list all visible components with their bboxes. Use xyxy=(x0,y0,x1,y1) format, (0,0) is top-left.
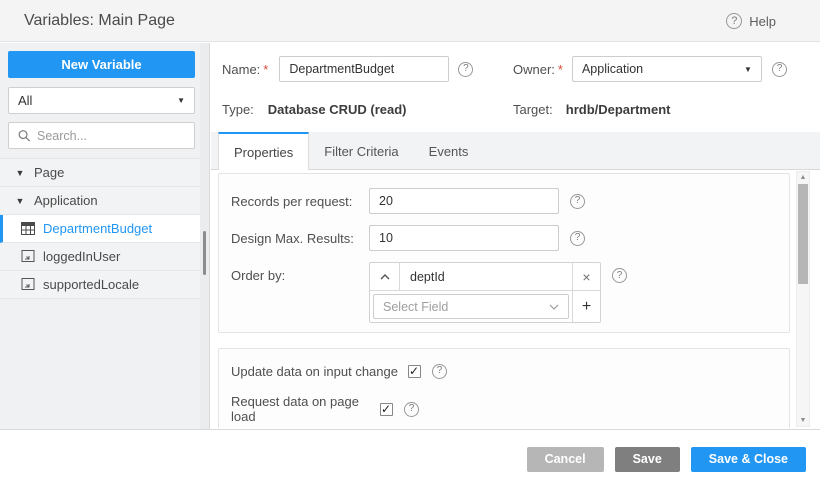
dialog-footer: Cancel Save Save & Close xyxy=(0,429,820,488)
caret-down-icon: ▼ xyxy=(15,195,25,206)
sidebar-scrollbar-thumb[interactable] xyxy=(203,231,206,275)
name-field-row: Name:* ? xyxy=(222,56,474,82)
search-box xyxy=(8,122,195,149)
database-crud-variable-icon xyxy=(21,222,35,235)
dialog-header: Variables: Main Page ? Help xyxy=(0,0,820,42)
help-link[interactable]: ? Help xyxy=(726,0,776,42)
owner-value: Application xyxy=(581,62,644,76)
behavior-panel: Update data on input change ? Request da… xyxy=(218,348,790,428)
cancel-button[interactable]: Cancel xyxy=(526,446,604,472)
order-by-field-value[interactable]: deptId xyxy=(400,263,572,290)
update-on-input-checkbox[interactable] xyxy=(407,364,421,378)
update-on-input-row: Update data on input change ? xyxy=(231,361,777,381)
order-by-row: Order by: deptId × Select Field + ? xyxy=(231,262,777,323)
tree-group-label: Application xyxy=(34,193,98,208)
request-on-load-checkbox[interactable] xyxy=(380,402,393,416)
owner-select[interactable]: Application ▼ xyxy=(571,56,762,82)
content-scrollbar-thumb[interactable] xyxy=(798,184,808,284)
search-input[interactable] xyxy=(37,128,186,143)
order-by-add-row: Select Field + xyxy=(370,291,600,322)
save-button[interactable]: Save xyxy=(614,446,680,472)
add-order-field-button[interactable]: + xyxy=(572,291,600,322)
tab-bar: Properties Filter Criteria Events xyxy=(211,132,820,170)
dialog-title: Variables: Main Page xyxy=(24,12,175,29)
tree-item-supportedlocale[interactable]: supportedLocale xyxy=(0,271,209,299)
help-icon: ? xyxy=(726,13,743,29)
type-row: Type: Database CRUD (read) xyxy=(222,99,407,119)
chevron-down-icon: ▼ xyxy=(177,96,185,105)
tree-item-loggedinuser[interactable]: loggedInUser xyxy=(0,243,209,271)
chevron-down-icon xyxy=(549,304,559,310)
sidebar: New Variable All ▼ ▼ Page ▼ Application … xyxy=(0,43,210,429)
sort-ascending-button[interactable] xyxy=(370,263,400,290)
properties-pane: Records per request: ? Design Max. Resul… xyxy=(211,171,801,428)
tree-group-application[interactable]: ▼ Application xyxy=(0,187,209,215)
required-asterisk: * xyxy=(557,61,563,77)
chevron-down-icon: ▼ xyxy=(744,64,752,74)
type-label: Type: xyxy=(222,101,254,117)
variable-filter-select[interactable]: All ▼ xyxy=(8,87,195,114)
tab-events[interactable]: Events xyxy=(414,132,484,169)
request-on-load-row: Request data on page load ? xyxy=(231,394,777,424)
tree-item-label: loggedInUser xyxy=(43,249,121,264)
name-help-icon[interactable]: ? xyxy=(458,61,474,77)
search-icon xyxy=(18,130,30,142)
records-per-request-row: Records per request: ? xyxy=(231,188,777,214)
content-scrollbar[interactable]: ▲ ▼ xyxy=(796,171,810,427)
variable-tree: ▼ Page ▼ Application DepartmentBudget lo… xyxy=(0,158,209,299)
new-variable-button[interactable]: New Variable xyxy=(8,51,195,78)
help-label: Help xyxy=(749,13,776,29)
target-label: Target: xyxy=(513,101,553,117)
type-value: Database CRUD (read) xyxy=(267,101,407,117)
design-max-results-row: Design Max. Results: ? xyxy=(231,225,777,251)
records-per-request-label: Records per request: xyxy=(231,193,353,209)
static-variable-icon xyxy=(21,278,35,290)
design-max-results-input[interactable] xyxy=(369,225,559,251)
owner-field-row: Owner: * Application ▼ ? xyxy=(513,56,787,82)
design-max-help-icon[interactable]: ? xyxy=(570,230,585,246)
sidebar-scrollbar[interactable] xyxy=(200,43,209,429)
variable-filter-value: All xyxy=(18,93,33,108)
save-and-close-button[interactable]: Save & Close xyxy=(690,446,806,472)
target-value: hrdb/Department xyxy=(565,101,671,117)
target-row: Target: hrdb/Department xyxy=(513,99,670,119)
scroll-down-icon[interactable]: ▼ xyxy=(797,417,809,424)
design-max-results-label: Design Max. Results: xyxy=(231,230,354,246)
request-on-load-help-icon[interactable]: ? xyxy=(404,401,419,417)
required-asterisk: * xyxy=(263,61,269,77)
select-field-dropdown[interactable]: Select Field xyxy=(373,294,569,319)
order-by-widget: deptId × Select Field + xyxy=(369,262,601,323)
records-per-request-input[interactable] xyxy=(369,188,559,214)
remove-order-field-button[interactable]: × xyxy=(572,263,600,290)
update-on-input-help-icon[interactable]: ? xyxy=(431,363,447,379)
owner-label: Owner: * xyxy=(513,61,563,77)
tree-item-label: DepartmentBudget xyxy=(43,221,153,236)
name-label: Name: * xyxy=(222,61,269,77)
update-on-input-label: Update data on input change xyxy=(231,363,398,379)
name-input[interactable] xyxy=(279,56,450,82)
tree-group-page[interactable]: ▼ Page xyxy=(0,159,209,187)
order-by-label: Order by: xyxy=(231,268,286,283)
static-variable-icon xyxy=(21,250,35,262)
order-by-entry-row: deptId × xyxy=(370,263,600,291)
caret-down-icon: ▼ xyxy=(15,167,25,178)
owner-help-icon[interactable]: ? xyxy=(771,61,787,77)
plus-icon: + xyxy=(581,297,592,315)
chevron-up-icon xyxy=(380,273,389,279)
records-help-icon[interactable]: ? xyxy=(570,193,585,209)
tree-item-departmentbudget[interactable]: DepartmentBudget xyxy=(0,215,209,243)
close-icon: × xyxy=(582,268,591,285)
data-settings-panel: Records per request: ? Design Max. Resul… xyxy=(218,173,790,333)
request-on-load-label: Request data on page load xyxy=(231,394,359,424)
tree-item-label: supportedLocale xyxy=(43,277,140,292)
tab-filter-criteria[interactable]: Filter Criteria xyxy=(309,132,413,169)
tab-properties[interactable]: Properties xyxy=(218,132,310,170)
variable-detail-panel: Name:* ? Owner:* Application ▼ ? Type: D… xyxy=(211,43,820,429)
select-field-placeholder: Select Field xyxy=(383,299,449,314)
scroll-up-icon[interactable]: ▲ xyxy=(797,174,809,181)
tree-group-label: Page xyxy=(34,165,65,180)
order-by-help-icon[interactable]: ? xyxy=(612,268,627,283)
